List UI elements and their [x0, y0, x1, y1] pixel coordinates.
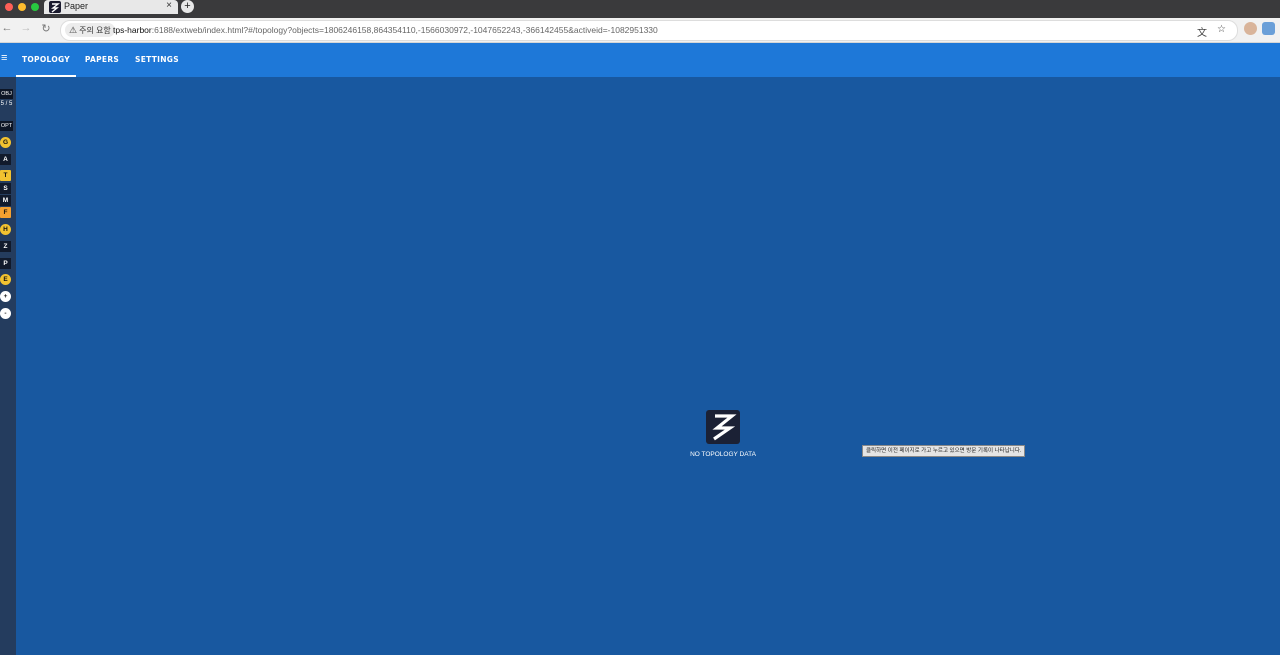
- security-chip-label: 주의 요함: [79, 26, 111, 35]
- strip-button-m[interactable]: M: [0, 195, 11, 206]
- url-host: tps-harbor: [113, 25, 152, 35]
- strip-button-t[interactable]: T: [0, 170, 11, 181]
- url-text[interactable]: tps-harbor:6188/extweb/index.html?#/topo…: [113, 25, 658, 35]
- window-minimize-button[interactable]: [18, 3, 26, 11]
- new-tab-button[interactable]: +: [181, 0, 194, 13]
- strip-button-h[interactable]: H: [0, 224, 11, 235]
- translate-icon[interactable]: 文: [1197, 24, 1207, 39]
- app-header: ≡ TOPOLOGY PAPERS SETTINGS: [0, 43, 1280, 77]
- strip-button-a[interactable]: A: [0, 154, 11, 165]
- extension-puzzle-icon[interactable]: [1262, 22, 1275, 35]
- strip-button-s[interactable]: S: [0, 183, 11, 194]
- paper-favicon-icon: [49, 1, 61, 13]
- bookmark-star-icon[interactable]: ☆: [1217, 24, 1226, 35]
- warning-triangle-icon: ⚠: [69, 25, 78, 35]
- tab-title: Paper: [64, 1, 89, 11]
- strip-button-f[interactable]: F: [0, 207, 11, 218]
- strip-button-e[interactable]: E: [0, 274, 11, 285]
- strip-button-z[interactable]: Z: [0, 241, 11, 252]
- strip-button-p[interactable]: P: [0, 258, 11, 269]
- paper-logo-icon: [706, 410, 740, 444]
- back-icon[interactable]: ←: [0, 22, 14, 34]
- browser-titlebar: Paper × +: [0, 0, 1280, 18]
- tab-topology[interactable]: TOPOLOGY: [16, 43, 76, 77]
- zoom-in-button[interactable]: +: [0, 291, 11, 302]
- back-button-tooltip: 클릭하면 이전 페이지로 가고 누르고 있으면 방문 기록이 나타납니다.: [862, 445, 1026, 457]
- strip-button-g[interactable]: G: [0, 137, 11, 148]
- browser-toolbar: ← → ↻ ⚠ 주의 요함 tps-harbor:6188/extweb/inde…: [0, 18, 1280, 43]
- forward-icon[interactable]: →: [19, 22, 33, 34]
- opt-label: OPT: [0, 121, 13, 131]
- obj-label: OBJ: [0, 89, 13, 99]
- left-toolstrip: OBJ 5 / 5 OPT G A T S M F H Z P E + -: [0, 77, 16, 655]
- tab-settings[interactable]: SETTINGS: [132, 43, 182, 77]
- security-warning-chip[interactable]: ⚠ 주의 요함: [65, 23, 115, 37]
- hamburger-menu-icon[interactable]: ≡: [1, 52, 7, 64]
- browser-tab-paper[interactable]: Paper ×: [44, 0, 178, 14]
- obj-count: 5 / 5: [0, 101, 13, 107]
- reload-icon[interactable]: ↻: [39, 22, 53, 35]
- window-maximize-button[interactable]: [31, 3, 39, 11]
- tab-close-icon[interactable]: ×: [166, 0, 172, 11]
- zoom-out-button[interactable]: -: [0, 308, 11, 319]
- address-bar[interactable]: ⚠ 주의 요함 tps-harbor:6188/extweb/index.html…: [60, 20, 1238, 41]
- tab-papers[interactable]: PAPERS: [80, 43, 124, 77]
- extension-avatar-icon[interactable]: [1244, 22, 1257, 35]
- url-path: :6188/extweb/index.html?#/topology?objec…: [151, 25, 658, 35]
- empty-state-message: NO TOPOLOGY DATA: [690, 451, 756, 458]
- window-close-button[interactable]: [5, 3, 13, 11]
